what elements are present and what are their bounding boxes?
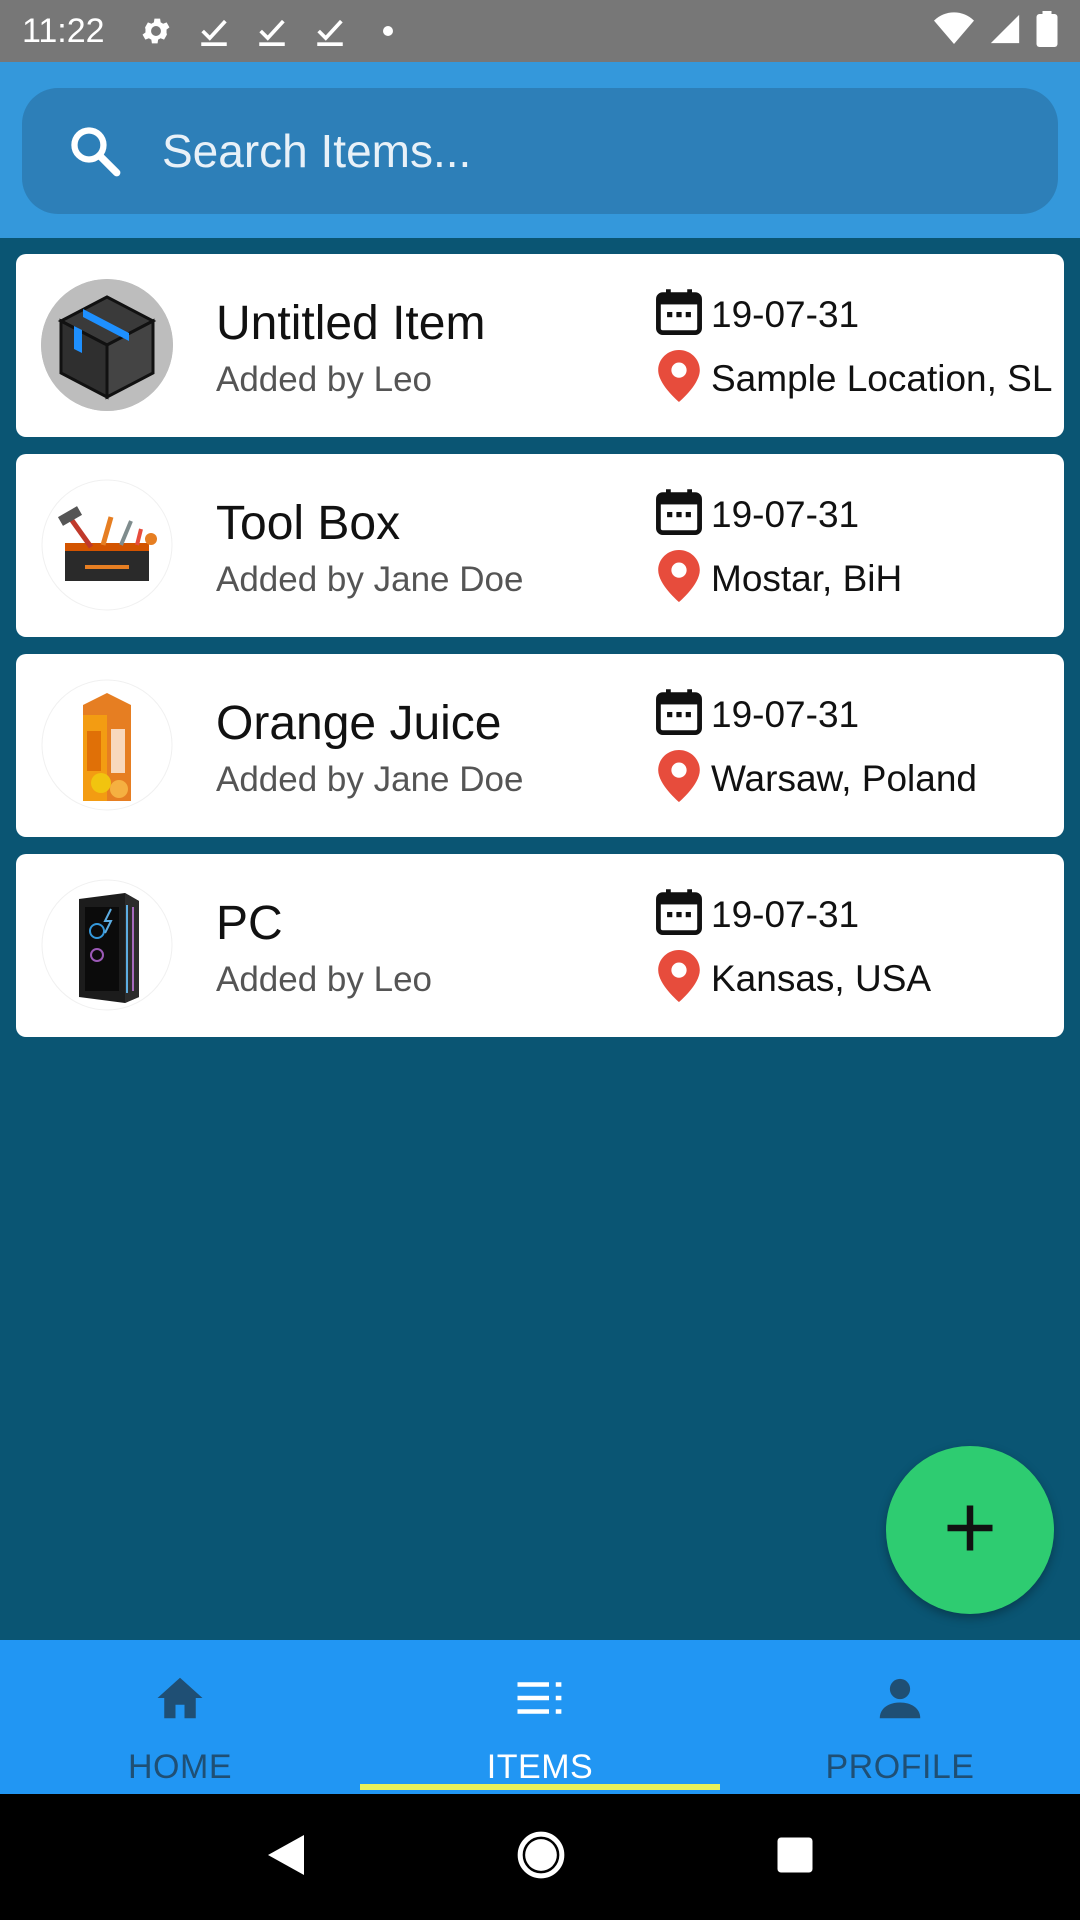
status-bar: 11:22 [0, 0, 1080, 62]
item-date: 19-07-31 [711, 494, 860, 535]
tab-home-label: HOME [128, 1748, 232, 1786]
settings-icon [139, 14, 173, 48]
item-title: Untitled Item [216, 297, 486, 350]
item-location: Sample Location, SL [711, 358, 1053, 399]
location-pin-icon [658, 950, 700, 1002]
list-item[interactable]: Orange Juice Added by Jane Doe 19-07-31 … [16, 654, 1064, 837]
toolbox-image [41, 479, 173, 611]
location-pin-icon [658, 550, 700, 602]
home-button-icon[interactable] [516, 1830, 566, 1885]
item-title: Orange Juice [216, 697, 502, 750]
home-icon [150, 1668, 210, 1728]
list-item[interactable]: Tool Box Added by Jane Doe 19-07-31 Most… [16, 454, 1064, 637]
back-icon[interactable] [264, 1831, 308, 1884]
item-date: 19-07-31 [711, 294, 860, 335]
item-date: 19-07-31 [711, 894, 860, 935]
list-item[interactable]: PC Added by Leo 19-07-31 Kansas, USA [16, 854, 1064, 1037]
tab-profile[interactable]: PROFILE [720, 1640, 1080, 1794]
search-header [0, 62, 1080, 238]
calendar-icon [653, 886, 705, 938]
download-done-icon [197, 14, 231, 48]
signal-icon [988, 12, 1022, 51]
wifi-icon [934, 11, 974, 51]
item-location: Mostar, BiH [711, 558, 903, 599]
download-done-icon [313, 14, 347, 48]
orange-juice-image [41, 679, 173, 811]
item-location: Warsaw, Poland [711, 758, 977, 799]
item-list: Untitled Item Added by Leo 19-07-31 Samp… [16, 254, 1064, 1054]
item-title: Tool Box [216, 497, 401, 550]
active-tab-indicator [360, 1784, 720, 1790]
list-icon [510, 1668, 570, 1728]
calendar-icon [653, 486, 705, 538]
location-pin-icon [658, 350, 700, 402]
list-item[interactable]: Untitled Item Added by Leo 19-07-31 Samp… [16, 254, 1064, 437]
item-author: Added by Jane Doe [216, 760, 524, 799]
item-author: Added by Leo [216, 360, 433, 399]
tab-profile-label: PROFILE [825, 1748, 975, 1786]
search-input[interactable] [162, 124, 1022, 178]
item-location: Kansas, USA [711, 958, 932, 999]
calendar-icon [653, 686, 705, 738]
battery-icon [1036, 10, 1058, 52]
tab-items[interactable]: ITEMS [360, 1640, 720, 1794]
add-item-button[interactable] [886, 1446, 1054, 1614]
box-icon [41, 279, 173, 411]
recents-icon[interactable] [774, 1834, 816, 1881]
tab-home[interactable]: HOME [0, 1640, 360, 1794]
pc-image [41, 879, 173, 1011]
status-time: 11:22 [22, 11, 105, 50]
person-icon [870, 1668, 930, 1728]
bottom-navigation: HOME ITEMS PROFILE [0, 1640, 1080, 1794]
search-icon[interactable] [66, 122, 124, 180]
tab-items-label: ITEMS [486, 1748, 594, 1786]
search-bar[interactable] [22, 88, 1058, 214]
notification-dot-icon [371, 14, 405, 48]
calendar-icon [653, 286, 705, 338]
download-done-icon [255, 14, 289, 48]
plus-icon [940, 1498, 1000, 1563]
location-pin-icon [658, 750, 700, 802]
item-author: Added by Leo [216, 960, 433, 999]
item-date: 19-07-31 [711, 694, 860, 735]
item-author: Added by Jane Doe [216, 560, 524, 599]
system-navigation-bar [0, 1794, 1080, 1920]
item-title: PC [216, 897, 283, 950]
